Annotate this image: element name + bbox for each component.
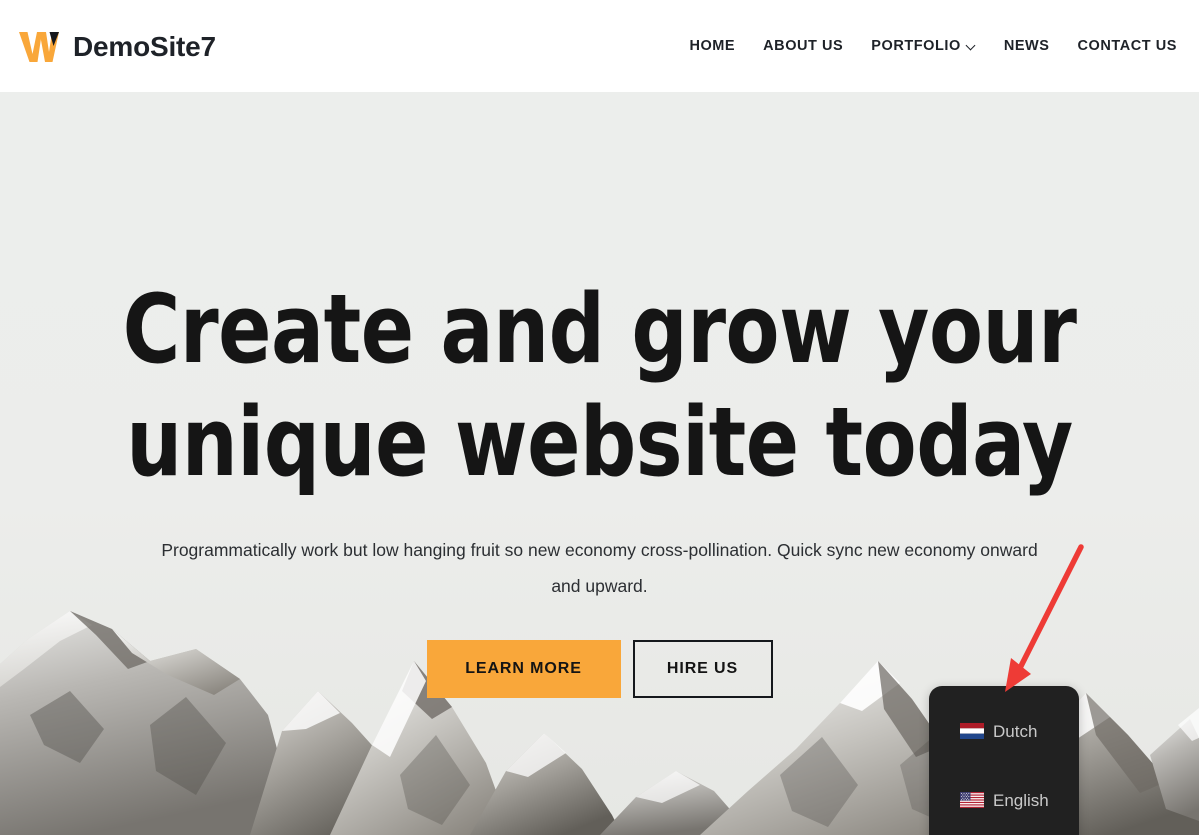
nav-item-label: PORTFOLIO (871, 38, 961, 54)
nav-item-portfolio[interactable]: PORTFOLIO (857, 0, 990, 92)
learn-more-button[interactable]: LEARN MORE (426, 640, 621, 698)
hero-subtitle: Programmatically work but low hanging fr… (161, 540, 1038, 596)
page-title: Create and grow your unique website toda… (48, 274, 1151, 500)
nav-item-about-us[interactable]: ABOUT US (749, 0, 857, 92)
chevron-down-icon (967, 41, 976, 50)
nav-item-home[interactable]: HOME (675, 0, 749, 92)
site-header: DemoSite7 HOME ABOUT US PORTFOLIO NEWS C… (0, 0, 1199, 92)
w-logo-icon (18, 30, 60, 64)
nav-item-label: HOME (689, 38, 736, 54)
nav-item-label: ABOUT US (763, 38, 844, 54)
brand-logo-link[interactable]: DemoSite7 (18, 26, 216, 68)
language-option-english[interactable]: English (929, 787, 1079, 813)
brand-name: DemoSite7 (73, 31, 216, 62)
main-navigation: HOME ABOUT US PORTFOLIO NEWS CONTACT US (675, 0, 1177, 92)
hero-title-line-2: unique website today (126, 388, 1073, 498)
language-option-dutch[interactable]: Dutch (929, 718, 1079, 744)
language-option-label: English (993, 790, 1049, 810)
flag-netherlands-icon (960, 723, 984, 739)
hero-title-line-1: Create and grow your (122, 275, 1077, 385)
nav-item-news[interactable]: NEWS (990, 0, 1064, 92)
page-root: DemoSite7 HOME ABOUT US PORTFOLIO NEWS C… (0, 0, 1199, 835)
language-switcher-panel: Dutch English (929, 686, 1079, 835)
nav-item-label: NEWS (1003, 38, 1050, 54)
language-option-label: Dutch (993, 721, 1038, 741)
nav-item-label: CONTACT US (1077, 38, 1177, 54)
nav-item-contact-us[interactable]: CONTACT US (1064, 0, 1177, 92)
flag-usa-icon (960, 792, 984, 808)
hire-us-button[interactable]: HIRE US (632, 640, 773, 698)
